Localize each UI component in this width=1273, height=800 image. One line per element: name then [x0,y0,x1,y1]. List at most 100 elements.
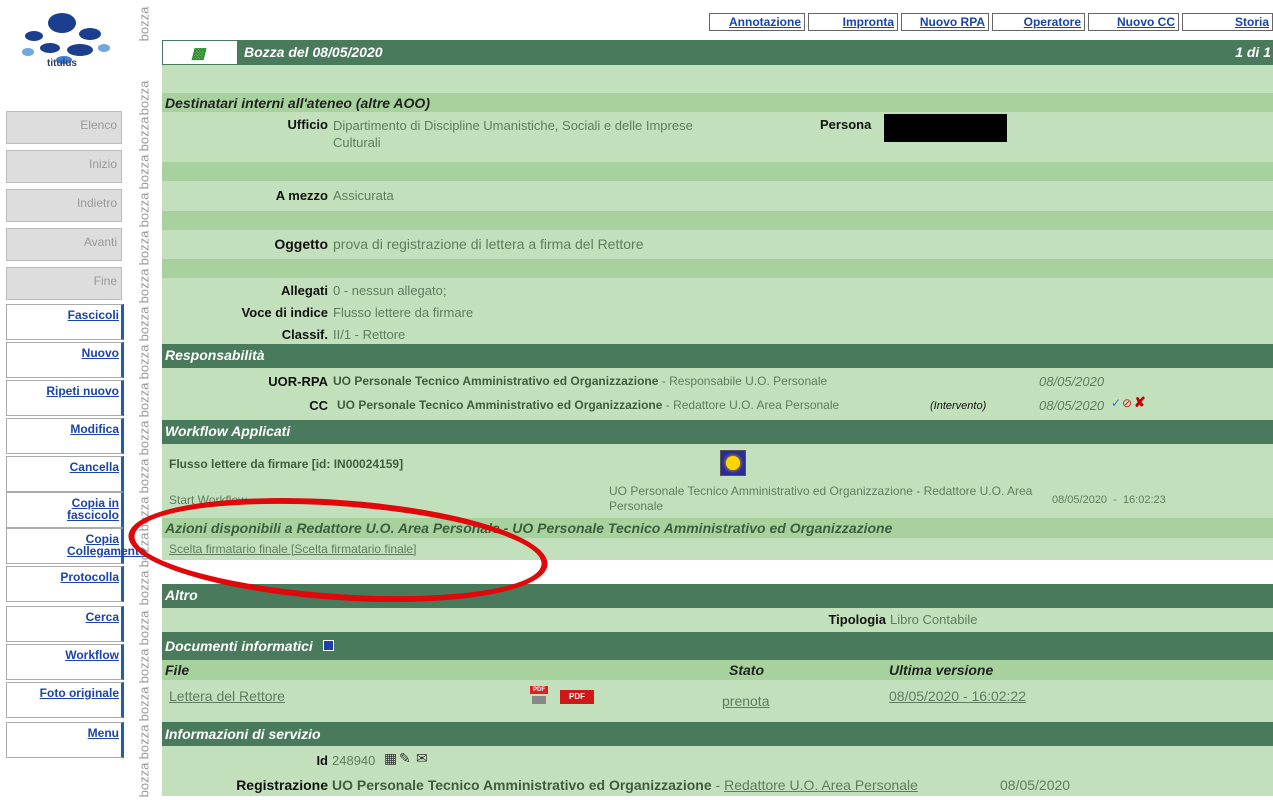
nav-indietro-button[interactable]: Indietro [6,189,122,222]
bozza-watermark: bozza [136,306,152,342]
versione-link[interactable]: 08/05/2020 - 16:02:22 [889,688,1026,704]
voce-indice-value: Flusso lettere da firmare [333,305,474,320]
bozza-watermark: bozza [136,686,152,722]
nav-copia-in-fascicolo-link[interactable]: Copia in fascicolo [6,492,124,528]
nav-workflow-link[interactable]: Workflow [6,644,124,680]
bozza-watermark: bozza [136,230,152,266]
document-edit-icon[interactable]: ▩ [191,44,205,62]
nav-foto-originale-link[interactable]: Foto originale [6,682,124,718]
registrazione-role-link[interactable]: Redattore U.O. Area Personale [724,777,918,793]
mail-icon[interactable]: ✉ [416,750,428,767]
column-stato: Stato [729,662,764,678]
divider-row [162,162,1273,181]
documenti-header: Documenti informatici [162,632,1273,660]
operatore-link[interactable]: Operatore [992,13,1085,31]
section-title: Destinatari interni all'ateneo (altre AO… [165,95,430,111]
spacer-row [162,65,1273,93]
documenti-columns: File Stato Ultima versione [162,660,1273,680]
nav-label: Workflow [65,648,119,662]
page-title: Bozza del 08/05/2020 [244,44,383,60]
servizio-body: Id 248940 ▦ ✎ ✉ Registrazione UO Persona… [162,746,1273,796]
tipologia-value: Libro Contabile [890,612,978,627]
nav-avanti-button[interactable]: Avanti [6,228,122,261]
bozza-watermark: bozza [136,6,152,42]
ufficio-label: Ufficio [287,117,328,132]
annotazione-link[interactable]: Annotazione [709,13,805,31]
bozza-watermark: bozza [136,458,152,494]
nav-cancella-link[interactable]: Cancella [6,456,124,492]
bozza-watermark: bozza [136,762,152,798]
bozza-watermark: bozza [136,344,152,380]
persona-label: Persona [820,117,872,132]
workflow-step-actor: UO Personale Tecnico Amministrativo ed O… [609,484,1033,513]
responsabilita-header: Responsabilità [162,344,1273,368]
nav-label: Cancella [69,460,119,474]
servizio-header: Informazioni di servizio [162,722,1273,746]
pdf-download-icon[interactable]: PDF [560,690,594,704]
nav-fine-button[interactable]: Fine [6,267,122,300]
tipologia-label: Tipologia [828,612,886,627]
workflow-name: Flusso lettere da firmare [id: IN0002415… [169,457,404,471]
page-counter: 1 di 1 [1235,44,1271,60]
qrcode-icon[interactable]: ▦ [384,750,397,767]
sun-icon[interactable] [720,450,746,476]
nav-modifica-link[interactable]: Modifica [6,418,124,454]
divider-row [162,211,1273,230]
divider-row [162,259,1273,278]
nav-label: Modifica [70,422,119,436]
nav-label: Cerca [85,610,119,624]
oggetto-row: Oggetto prova di registrazione di letter… [162,230,1273,259]
nav-elenco-button[interactable]: Elenco [6,111,122,144]
record-panel: ▩ Bozza del 08/05/2020 1 di 1 Destinatar… [162,40,1273,796]
title-bar: ▩ Bozza del 08/05/2020 1 di 1 [162,40,1273,65]
nav-label: Fascicoli [67,308,119,322]
nav-nuovo-link[interactable]: Nuovo [6,342,124,378]
nav-copia-collegamento-link[interactable]: Copia Collegamento [6,528,147,564]
bozza-watermark: bozza [136,648,152,684]
cc-label: CC [309,398,328,413]
delete-icon[interactable]: ✘ [1134,394,1146,411]
bozza-watermark: bozza [136,420,152,456]
bozza-watermark: bozza [136,154,152,190]
allegati-value: 0 - nessun allegato; [333,283,447,298]
pdf-print-icon[interactable]: PDF [530,686,548,706]
nav-label: Copia Collegamento [67,532,147,558]
nav-label: Copia in fascicolo [66,496,119,522]
id-label: Id [316,753,328,768]
nuovo-rpa-link[interactable]: Nuovo RPA [901,13,989,31]
bozza-watermark: bozza [136,192,152,228]
uor-rpa-value: UO Personale Tecnico Amministrativo ed O… [333,374,828,388]
clipboard-icon[interactable]: ✎ [399,750,411,767]
forbidden-icon[interactable]: ⊘ [1122,396,1132,410]
nav-label: Protocolla [60,570,119,584]
file-link[interactable]: Lettera del Rettore [169,688,285,704]
nav-protocolla-link[interactable]: Protocolla [6,566,124,602]
bozza-watermark: bozza [136,724,152,760]
save-icon[interactable] [322,640,334,651]
registrazione-value: UO Personale Tecnico Amministrativo ed O… [332,777,918,793]
workflow-header: Workflow Applicati [162,420,1273,444]
nav-label: Ripeti nuovo [46,384,119,398]
uor-rpa-label: UOR-RPA [268,374,328,389]
impronta-link[interactable]: Impronta [808,13,898,31]
nav-label: Menu [87,726,119,740]
documento-row: Lettera del Rettore PDF PDF prenota 08/0… [162,680,1273,722]
registrazione-label: Registrazione [236,777,328,793]
section-title: Documenti informatici [165,638,313,654]
bozza-watermark: bozza [136,610,152,646]
nav-cerca-link[interactable]: Cerca [6,606,124,642]
nav-menu-link[interactable]: Menu [6,722,124,758]
logo-text: titulus [47,58,77,69]
classif-value: II/1 - Rettore [333,327,406,342]
tipologia-row: Tipologia Libro Contabile [162,608,1273,632]
nav-inizio-button[interactable]: Inizio [6,150,122,183]
nav-ripeti-nuovo-link[interactable]: Ripeti nuovo [6,380,124,416]
nuovo-cc-link[interactable]: Nuovo CC [1088,13,1179,31]
nav-fascicoli-link[interactable]: Fascicoli [6,304,124,340]
cc-note: (Intervento) [930,400,987,412]
allegati-row: Allegati 0 - nessun allegato; Voce di in… [162,278,1273,344]
check-icon[interactable]: ✓ [1111,396,1121,410]
storia-link[interactable]: Storia [1182,13,1273,31]
stato-link[interactable]: prenota [722,693,769,709]
ufficio-value: Dipartimento di Discipline Umanistiche, … [333,118,693,150]
